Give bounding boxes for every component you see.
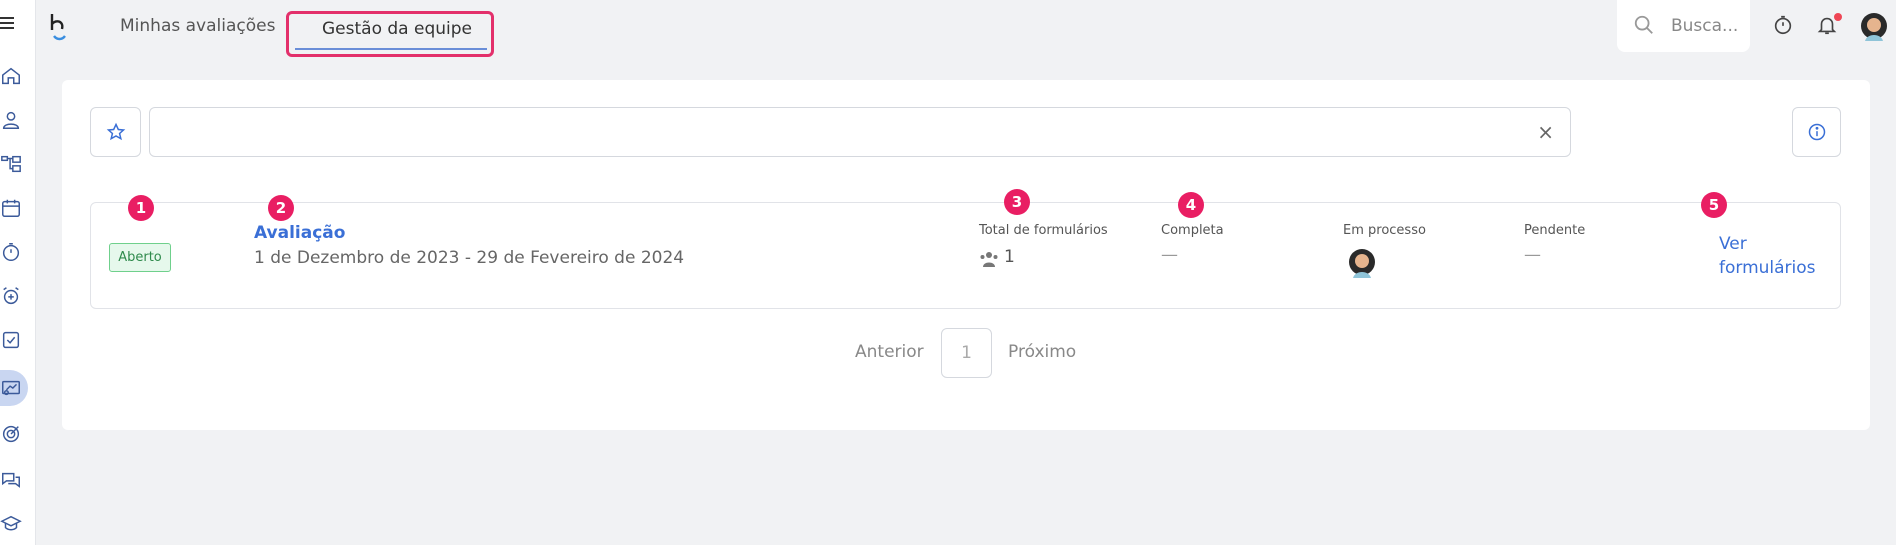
notification-dot: [1834, 13, 1842, 21]
brand-logo[interactable]: [48, 12, 72, 42]
view-forms-link[interactable]: Ver formulários: [1719, 232, 1829, 280]
marker-3: 3: [1004, 189, 1030, 215]
status-badge: Aberto: [109, 243, 171, 272]
next-page-button[interactable]: Próximo: [1008, 342, 1076, 362]
evaluation-row: Aberto Avaliação 1 de Dezembro de 2023 -…: [90, 202, 1841, 309]
complete-value: —: [1161, 245, 1178, 265]
user-icon[interactable]: [0, 102, 28, 138]
org-chart-icon[interactable]: [0, 146, 28, 182]
team-management-card: × Aberto Avaliação 1 de Dezembro de 2023…: [62, 80, 1870, 430]
evaluation-icon[interactable]: [0, 370, 28, 406]
people-icon: [980, 252, 998, 267]
total-forms-header: Total de formulários: [979, 223, 1108, 238]
chat-icon[interactable]: [0, 462, 28, 498]
target-icon[interactable]: [0, 416, 28, 452]
marker-5: 5: [1701, 192, 1727, 218]
info-button[interactable]: [1792, 107, 1841, 157]
previous-page-button[interactable]: Anterior: [855, 342, 924, 362]
pagination: Anterior 1 Próximo: [62, 328, 1870, 378]
star-icon: [106, 122, 125, 141]
in-process-avatar[interactable]: [1347, 247, 1377, 279]
timer-icon[interactable]: [1772, 14, 1794, 36]
complete-header: Completa: [1161, 223, 1224, 238]
filter-input[interactable]: ×: [149, 107, 1571, 157]
current-page-button[interactable]: 1: [941, 328, 992, 378]
active-tab-indicator: [295, 48, 487, 50]
search-input[interactable]: Busca...: [1671, 16, 1738, 36]
tab-team-management[interactable]: Gestão da equipe: [286, 11, 494, 57]
menu-icon[interactable]: [0, 14, 18, 32]
clear-icon[interactable]: ×: [1537, 120, 1554, 144]
evaluation-period: 1 de Dezembro de 2023 - 29 de Fevereiro …: [254, 248, 685, 268]
home-icon[interactable]: [0, 58, 28, 94]
search-icon: [1634, 15, 1653, 34]
evaluation-title-link[interactable]: Avaliação: [254, 223, 345, 243]
marker-1: 1: [128, 195, 154, 221]
tab-my-evaluations[interactable]: Minhas avaliações: [120, 16, 275, 46]
graduation-cap-icon[interactable]: [0, 506, 28, 542]
left-nav-rail: [0, 0, 36, 545]
tab-team-management-label: Gestão da equipe: [322, 19, 472, 39]
marker-2: 2: [268, 195, 294, 221]
calendar-icon[interactable]: [0, 190, 28, 226]
info-icon: [1808, 123, 1825, 141]
alarm-icon[interactable]: [0, 278, 28, 314]
user-avatar[interactable]: [1860, 11, 1888, 41]
checkbox-icon[interactable]: [0, 322, 28, 358]
marker-4: 4: [1178, 192, 1204, 218]
favorite-button[interactable]: [90, 107, 141, 157]
pending-header: Pendente: [1524, 223, 1586, 238]
pending-value: —: [1524, 245, 1541, 265]
total-forms-value: 1: [1004, 247, 1015, 267]
search-box[interactable]: Busca...: [1617, 0, 1750, 52]
in-process-header: Em processo: [1343, 223, 1426, 238]
stopwatch-icon[interactable]: [0, 234, 28, 270]
